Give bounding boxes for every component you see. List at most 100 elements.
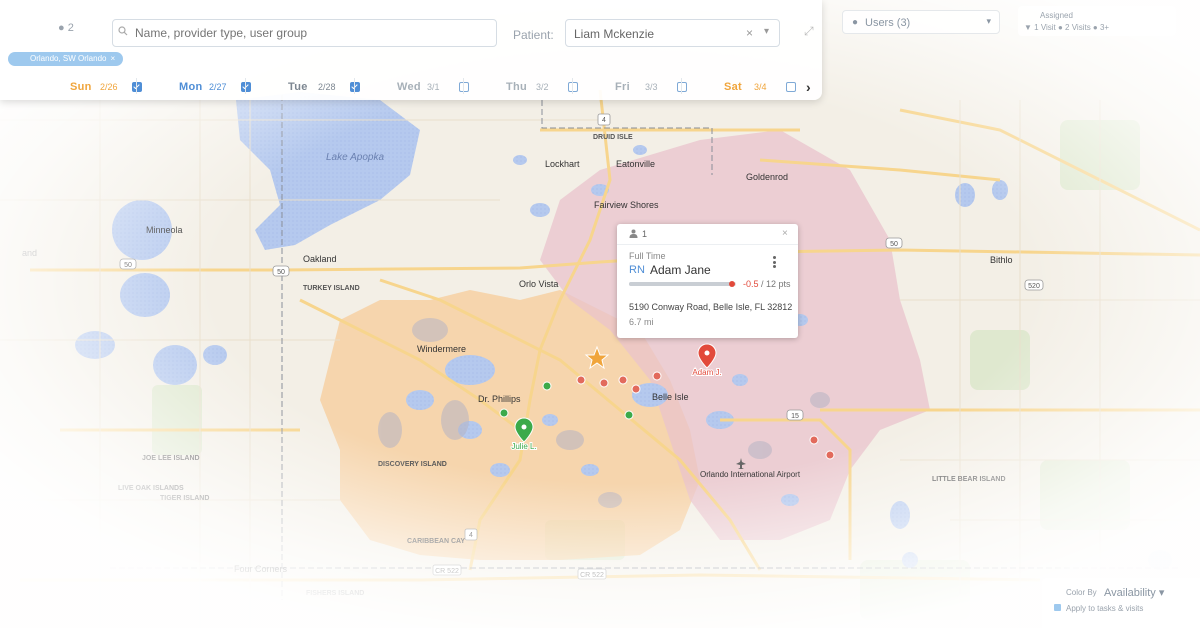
- expand-icon[interactable]: ⤢: [804, 24, 814, 39]
- color-by-value: Availability: [1104, 587, 1156, 599]
- label-orlando-airport: Orlando International Airport: [700, 470, 801, 479]
- label-lockhart: Lockhart: [545, 159, 580, 169]
- patient-value: Liam Mckenzie: [574, 27, 655, 41]
- day-tab-3[interactable]: Wed 3/1: [355, 74, 469, 98]
- day-date: 3/1: [427, 82, 440, 92]
- day-date: 2/28: [318, 82, 336, 92]
- day-name: Sat: [724, 81, 743, 93]
- visit-dot-red[interactable]: [599, 378, 609, 388]
- color-by-select[interactable]: Availability ▾: [1104, 586, 1164, 599]
- patient-label: Patient:: [513, 28, 554, 42]
- chevron-down-icon: ▾: [1158, 587, 1165, 599]
- user-popup: 1 × Full Time RN Adam Jane -0.5 / 12 pts…: [617, 224, 798, 338]
- label-dr-phillips: Dr. Phillips: [478, 394, 521, 404]
- day-selector: Sun 2/26 Mon 2/27 Tue 2/28 Wed 3/1 Thu 3/2 Fri 3/3 S…: [28, 74, 818, 98]
- close-icon[interactable]: ×: [782, 228, 788, 239]
- day-name: Fri: [615, 81, 630, 93]
- label-orlo-vista: Orlo Vista: [519, 279, 558, 289]
- chevron-down-icon[interactable]: ▾: [764, 26, 769, 37]
- chip-close-icon[interactable]: ×: [110, 54, 115, 63]
- user-count: ● 2: [58, 22, 74, 34]
- day-date: 3/3: [645, 82, 658, 92]
- area-filter-chip[interactable]: Orlando, SW Orlando ×: [8, 52, 124, 66]
- label-lnd: and: [22, 248, 37, 258]
- label-discovery-island: DISCOVERY ISLAND: [378, 461, 447, 468]
- label-oakland: Oakland: [303, 254, 337, 264]
- day-date: 2/26: [100, 82, 118, 92]
- popup-count: 1: [642, 229, 648, 239]
- popup-header: 1 ×: [617, 224, 798, 245]
- chevron-down-icon: ▾: [986, 16, 991, 26]
- points-bar-fill: [629, 282, 732, 286]
- user-name[interactable]: Adam Jane: [650, 263, 711, 277]
- route-4-bottom-label: 4: [469, 532, 473, 539]
- users-select-label: Users (3): [865, 17, 911, 29]
- points-bar-marker: [728, 281, 735, 287]
- day-name: Thu: [506, 81, 528, 93]
- user-distance: 6.7 mi: [629, 317, 654, 327]
- day-name: Tue: [288, 81, 308, 93]
- visit-dot-red[interactable]: [652, 371, 662, 381]
- route-50-label-a: 50: [124, 262, 132, 269]
- apply-checkbox[interactable]: [1054, 604, 1061, 611]
- visit-dot-green[interactable]: [624, 410, 634, 420]
- day-tab-5[interactable]: Fri 3/3: [573, 74, 687, 98]
- map-legend: Assigned ▼ 1 Visit ● 2 Visits ● 3+: [1018, 6, 1176, 36]
- filter-panel: ● 2 Patient: Liam Mckenzie × ▾ ⤢ Orlando…: [0, 0, 822, 100]
- day-date: 2/27: [209, 82, 227, 92]
- day-date: 3/2: [536, 82, 549, 92]
- pin-label-adam: Adam J.: [692, 368, 721, 377]
- day-date: 3/4: [754, 82, 767, 92]
- label-tiger-island: TIGER ISLAND: [160, 495, 209, 502]
- cr522-label-b: CR 522: [580, 572, 604, 579]
- label-eatonville: Eatonville: [616, 159, 655, 169]
- label-goldenrod: Goldenrod: [746, 172, 788, 182]
- visit-dot-green[interactable]: [499, 408, 509, 418]
- day-name: Mon: [179, 81, 203, 93]
- day-tab-4[interactable]: Thu 3/2: [464, 74, 578, 98]
- next-week-arrow-icon[interactable]: ›: [806, 79, 811, 95]
- search-row: ● 2 Patient: Liam Mckenzie × ▾ ⤢: [0, 10, 822, 56]
- users-select[interactable]: ● Users (3) ▾: [842, 10, 1000, 34]
- label-minneola: Minneola: [146, 225, 183, 235]
- route-15-label: 15: [791, 413, 799, 420]
- label-fishers-island: FISHERS ISLAND: [306, 590, 364, 597]
- visit-dot-red[interactable]: [631, 384, 641, 394]
- visit-dot-red[interactable]: [825, 450, 835, 460]
- visit-dot-red[interactable]: [618, 375, 628, 385]
- day-name: Sun: [70, 81, 92, 93]
- label-live-oak-islands: LIVE OAK ISLANDS: [118, 485, 184, 492]
- more-options-icon[interactable]: [773, 256, 777, 270]
- label-joe-lee-island: JOE LEE ISLAND: [142, 455, 200, 462]
- day-tab-2[interactable]: Tue 2/28: [246, 74, 360, 98]
- points-delta: -0.5: [743, 279, 759, 289]
- visit-dot-red[interactable]: [576, 375, 586, 385]
- label-fairview-shores: Fairview Shores: [594, 200, 659, 210]
- points-bar: [629, 281, 736, 287]
- color-by-label: Color By: [1066, 588, 1097, 597]
- person-icon: [629, 229, 638, 238]
- search-icon: [118, 26, 128, 36]
- location-pin-icon: ●: [852, 17, 859, 28]
- route-50-label-b: 50: [277, 269, 285, 276]
- apply-option-label: Apply to tasks & visits: [1066, 604, 1144, 613]
- pin-label-julie: Julie L.: [511, 442, 536, 451]
- label-windermere: Windermere: [417, 344, 466, 354]
- cr522-label-a: CR 522: [435, 568, 459, 575]
- day-tab-1[interactable]: Mon 2/27: [137, 74, 251, 98]
- day-tab-6[interactable]: Sat 3/4: [682, 74, 796, 98]
- day-tab-0[interactable]: Sun 2/26: [28, 74, 142, 98]
- day-checkbox[interactable]: [786, 82, 796, 92]
- points-total: / 12 pts: [761, 279, 791, 289]
- visit-dot-green[interactable]: [542, 381, 552, 391]
- route-4-top-label: 4: [602, 117, 606, 124]
- label-lake-apopka: Lake Apopka: [326, 152, 384, 163]
- legend-title: Assigned: [1040, 11, 1073, 20]
- clear-icon[interactable]: ×: [746, 26, 753, 40]
- employment-type: Full Time: [629, 251, 666, 261]
- patient-select[interactable]: Liam Mckenzie × ▾: [565, 19, 780, 47]
- label-turkey-island: TURKEY ISLAND: [303, 285, 360, 292]
- visit-dot-red[interactable]: [809, 435, 819, 445]
- route-50-label-c: 50: [890, 241, 898, 248]
- search-input[interactable]: [112, 19, 497, 47]
